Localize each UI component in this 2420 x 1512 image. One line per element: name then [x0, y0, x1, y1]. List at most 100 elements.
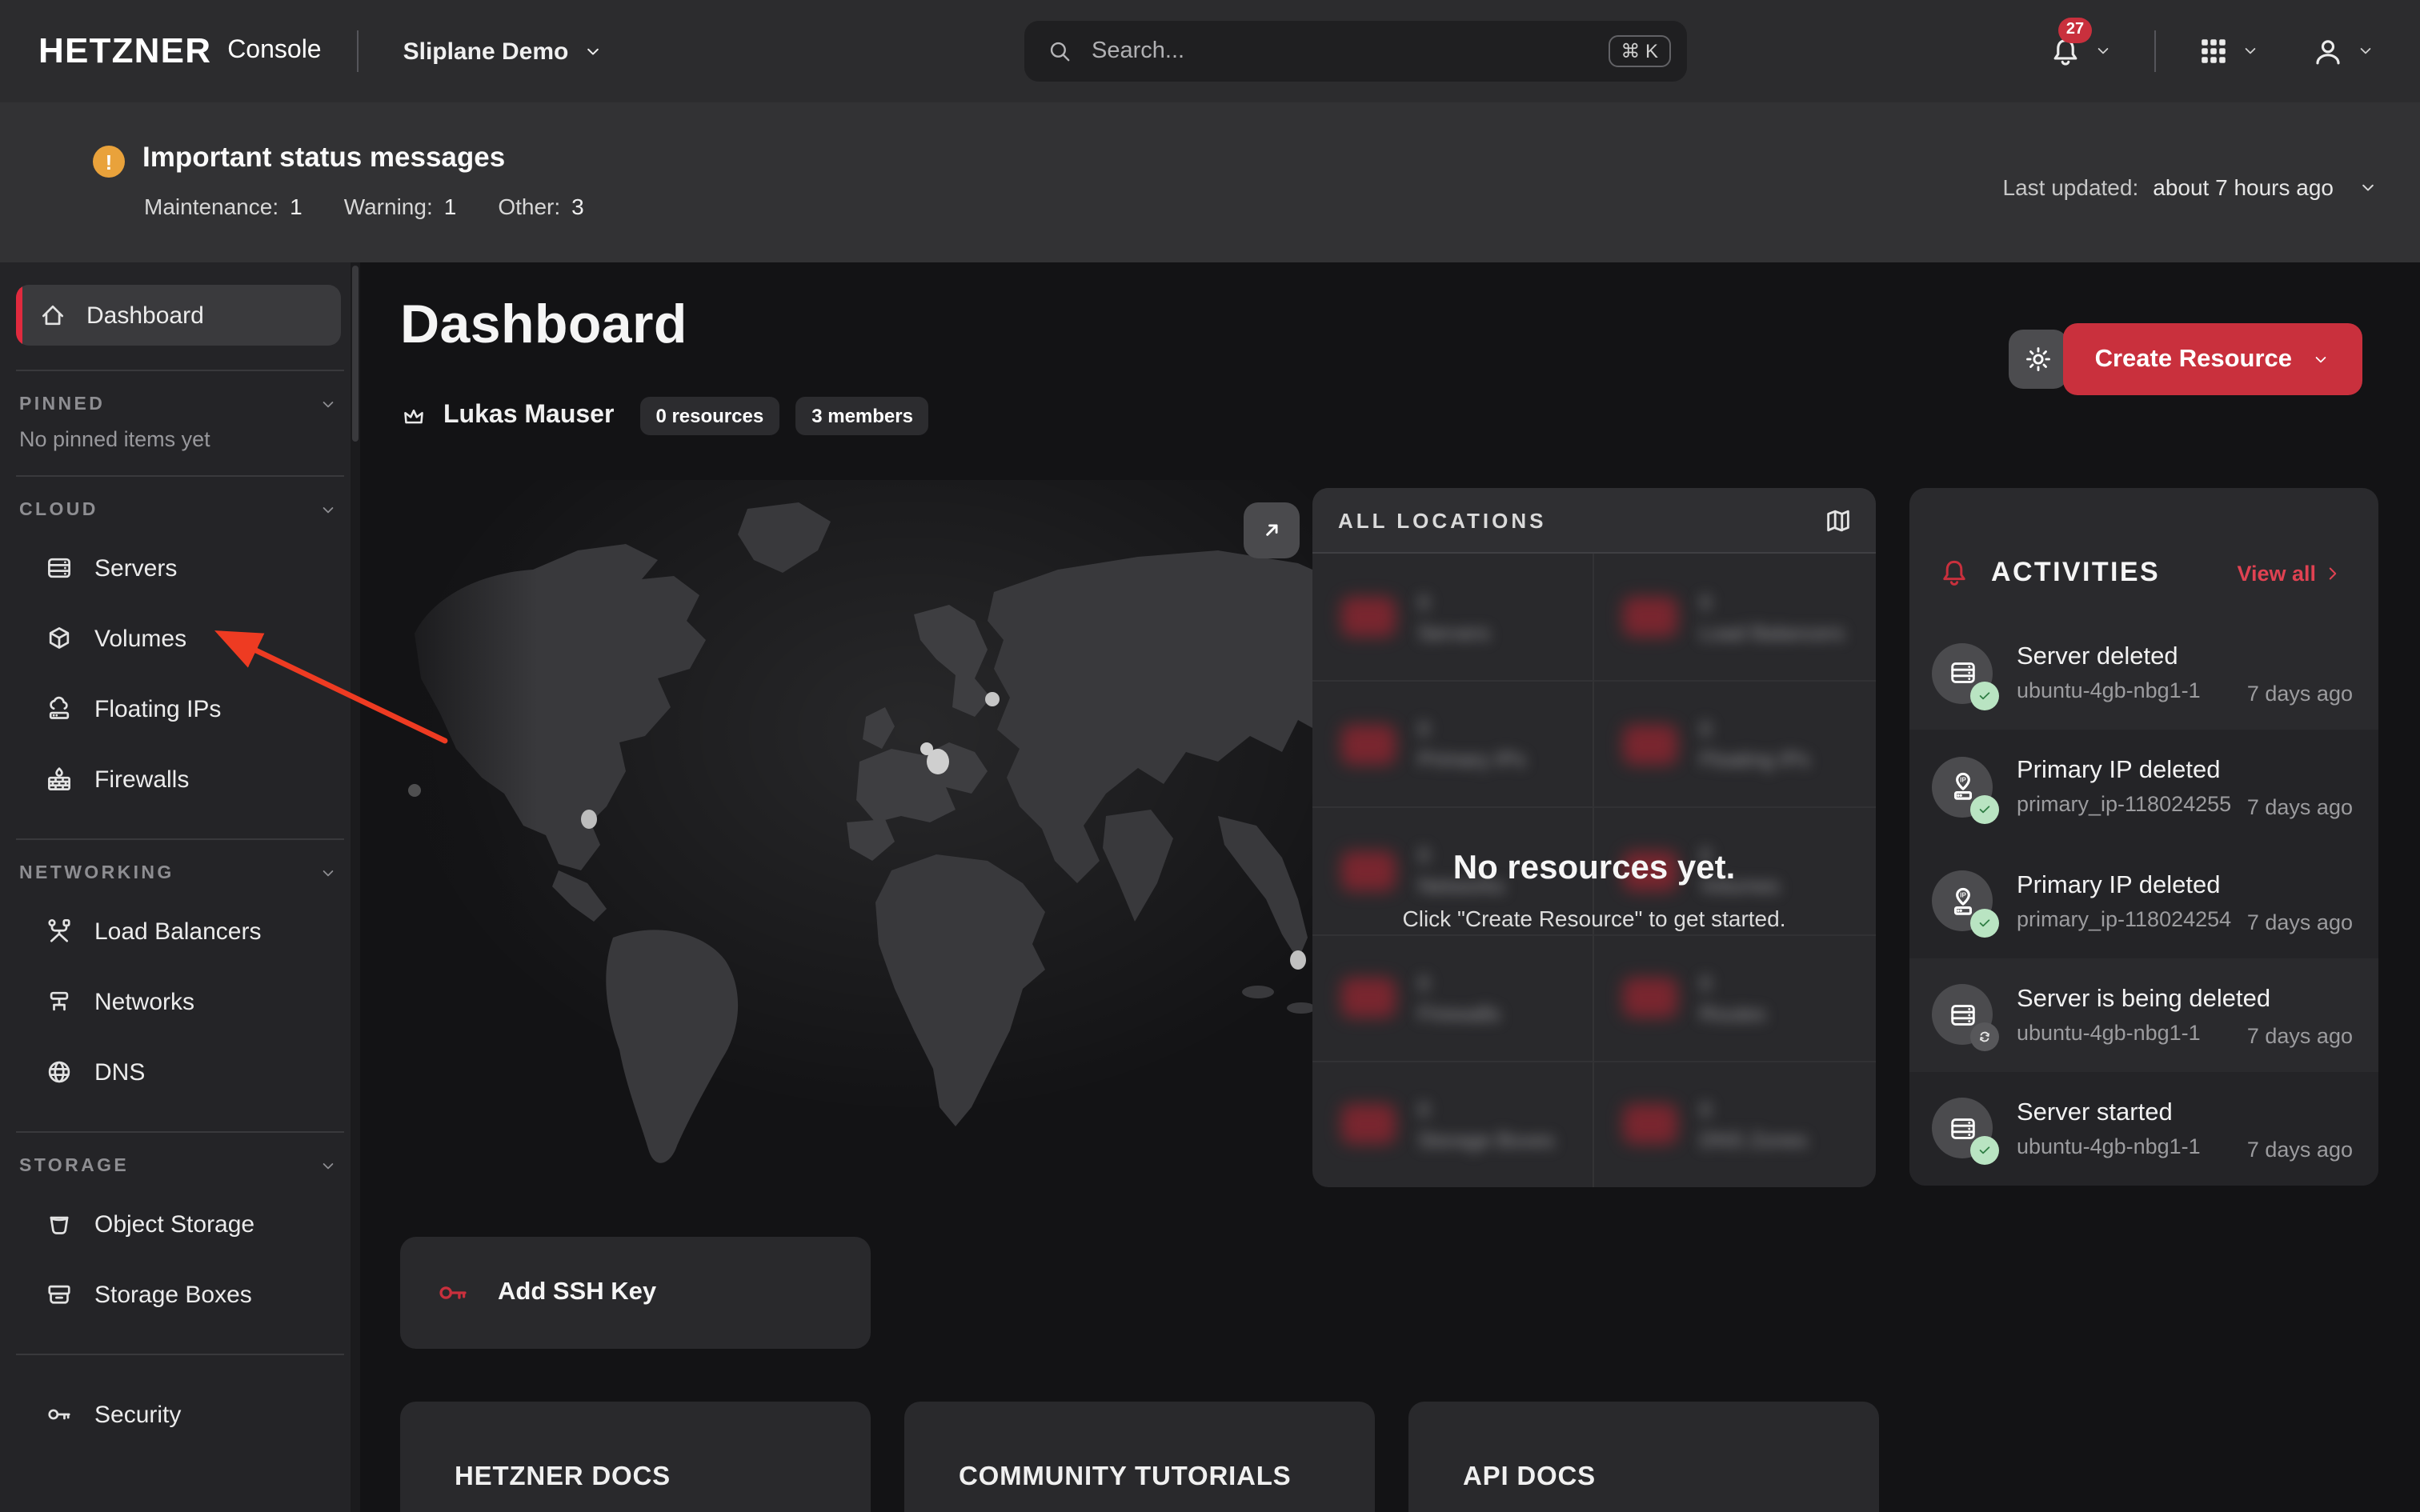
add-ssh-key-button[interactable]: Add SSH Key: [400, 1237, 871, 1349]
activity-item[interactable]: Primary IP deleted primary_ip-118024254 …: [1909, 844, 2378, 958]
sidebar-item-dns[interactable]: DNS: [0, 1037, 360, 1107]
globe-icon: [45, 1058, 74, 1086]
last-updated-value: about 7 hours ago: [2153, 174, 2334, 200]
activity-item[interactable]: Server is being deleted ubuntu-4gb-nbg1-…: [1909, 958, 2378, 1071]
map-expand-button[interactable]: [1244, 502, 1300, 558]
card-title: HETZNER DOCS: [455, 1462, 871, 1493]
empty-state-subtitle: Click "Create Resource" to get started.: [1312, 906, 1876, 931]
activity-item[interactable]: Server started ubuntu-4gb-nbg1-1 7 days …: [1909, 1072, 2378, 1186]
warning-icon: !: [93, 146, 125, 178]
api-docs-card[interactable]: API DOCS: [1408, 1402, 1879, 1512]
sidebar-item-load-balancers[interactable]: Load Balancers: [0, 896, 360, 966]
last-updated-toggle[interactable]: Last updated: about 7 hours ago: [2003, 174, 2378, 200]
section-title: CLOUD: [19, 501, 98, 520]
location-stat: 0Load Balancers: [1594, 554, 1876, 680]
resources-count-badge: 0 resources: [639, 397, 779, 435]
chevron-down-icon: [583, 41, 603, 62]
primary-ip-icon: [1932, 870, 1993, 931]
sidebar-item-label: Firewalls: [94, 766, 189, 793]
card-title: API DOCS: [1463, 1462, 1879, 1493]
status-success-icon: [1970, 795, 1999, 824]
world-map-graphic: [386, 480, 1327, 1179]
locations-empty-state: No resources yet. Click "Create Resource…: [1312, 850, 1876, 931]
sidebar-item-dashboard[interactable]: Dashboard: [16, 285, 341, 346]
activity-subtitle: primary_ip-118024254: [2017, 905, 2231, 932]
page-title: Dashboard: [400, 294, 687, 357]
firewall-icon: [45, 765, 74, 794]
sidebar-item-floating-ips[interactable]: Floating IPs: [0, 674, 360, 744]
search-icon: [1047, 38, 1072, 64]
hetzner-logo[interactable]: HETZNER: [38, 30, 211, 72]
sidebar-section-cloud[interactable]: CLOUD: [19, 501, 338, 520]
sidebar-item-label: Security: [94, 1401, 181, 1428]
sidebar-item-servers[interactable]: Servers: [0, 533, 360, 603]
activity-subtitle: ubuntu-4gb-nbg1-1: [2017, 677, 2201, 704]
search-input[interactable]: [1088, 37, 1608, 66]
members-count-badge[interactable]: 3 members: [795, 397, 929, 435]
chevron-down-icon: [319, 864, 338, 883]
search-bar[interactable]: ⌘ K: [1024, 21, 1687, 82]
key-icon: [45, 1400, 74, 1429]
location-stat: 0Servers: [1312, 554, 1594, 680]
map-location-dot: [920, 742, 933, 755]
primary-ip-icon: [1932, 757, 1993, 818]
maintenance-count: Maintenance:1: [144, 194, 302, 219]
create-resource-button[interactable]: Create Resource: [2063, 323, 2362, 395]
sidebar-item-label: Volumes: [94, 625, 186, 652]
account-menu-button[interactable]: [2305, 28, 2382, 74]
activity-subtitle: ubuntu-4gb-nbg1-1: [2017, 1133, 2201, 1160]
apps-menu-button[interactable]: [2191, 29, 2266, 74]
sidebar-item-volumes[interactable]: Volumes: [0, 603, 360, 674]
activity-time: 7 days ago: [2247, 1024, 2353, 1072]
project-selector[interactable]: Sliplane Demo: [394, 36, 614, 66]
sidebar-item-security[interactable]: Security: [0, 1379, 360, 1450]
status-success-icon: [1970, 909, 1999, 938]
notifications-button[interactable]: 27: [2042, 28, 2119, 74]
stat-icon: [1341, 1105, 1396, 1145]
sidebar-item-label: Networks: [94, 988, 194, 1015]
chevron-down-icon: [2358, 177, 2378, 198]
status-counts: Maintenance:1 Warning:1 Other:3: [144, 194, 584, 219]
network-icon: [45, 987, 74, 1016]
view-all-link[interactable]: View all: [2227, 559, 2353, 586]
notifications-count-badge: 27: [2058, 17, 2092, 42]
server-icon: [1932, 984, 1993, 1045]
sidebar-item-object-storage[interactable]: Object Storage: [0, 1189, 360, 1259]
server-icon: [45, 554, 74, 582]
section-title: PINNED: [19, 395, 105, 414]
hetzner-console-app: HETZNER Console Sliplane Demo ⌘ K 27: [0, 0, 2420, 1512]
home-icon: [38, 301, 67, 330]
chevron-down-icon: [319, 395, 338, 414]
activity-item[interactable]: Primary IP deleted primary_ip-118024255 …: [1909, 730, 2378, 843]
pinned-empty-text: No pinned items yet: [19, 427, 341, 451]
topbar-divider: [357, 30, 359, 72]
activities-list: Server deleted ubuntu-4gb-nbg1-1 7 days …: [1909, 616, 2378, 1186]
sidebar-section-storage[interactable]: STORAGE: [19, 1157, 338, 1176]
topbar-divider: [2154, 30, 2156, 72]
map-icon[interactable]: [1823, 505, 1853, 535]
chevron-down-icon: [2241, 42, 2260, 61]
activity-subtitle: ubuntu-4gb-nbg1-1: [2017, 1018, 2247, 1046]
hetzner-docs-card[interactable]: HETZNER DOCS: [400, 1402, 871, 1512]
activity-item[interactable]: Server deleted ubuntu-4gb-nbg1-1 7 days …: [1909, 616, 2378, 730]
location-stat: 0Primary IPs: [1312, 680, 1594, 806]
stat-icon: [1623, 597, 1677, 637]
dashboard-settings-button[interactable]: [2009, 330, 2068, 389]
sidebar-item-label: Load Balancers: [94, 918, 262, 945]
location-stat: 0DNS Zones: [1594, 1061, 1876, 1187]
sidebar-section-networking[interactable]: NETWORKING: [19, 864, 338, 883]
sidebar-item-label: Dashboard: [86, 302, 204, 329]
sidebar-scrollbar[interactable]: [351, 262, 360, 1512]
scrollbar-thumb[interactable]: [352, 266, 359, 442]
sidebar-section-pinned[interactable]: PINNED: [19, 395, 338, 414]
bell-icon: [1938, 557, 1970, 589]
status-success-icon: [1970, 681, 1999, 710]
status-title: Important status messages: [142, 141, 505, 174]
sidebar-item-networks[interactable]: Networks: [0, 966, 360, 1037]
stat-icon: [1341, 978, 1396, 1018]
sidebar-item-storage-boxes[interactable]: Storage Boxes: [0, 1259, 360, 1330]
sidebar-item-firewalls[interactable]: Firewalls: [0, 744, 360, 814]
community-tutorials-card[interactable]: COMMUNITY TUTORIALS: [904, 1402, 1375, 1512]
sidebar: Dashboard PINNED No pinned items yet CLO…: [0, 262, 360, 1512]
floating-ip-icon: [45, 694, 74, 723]
